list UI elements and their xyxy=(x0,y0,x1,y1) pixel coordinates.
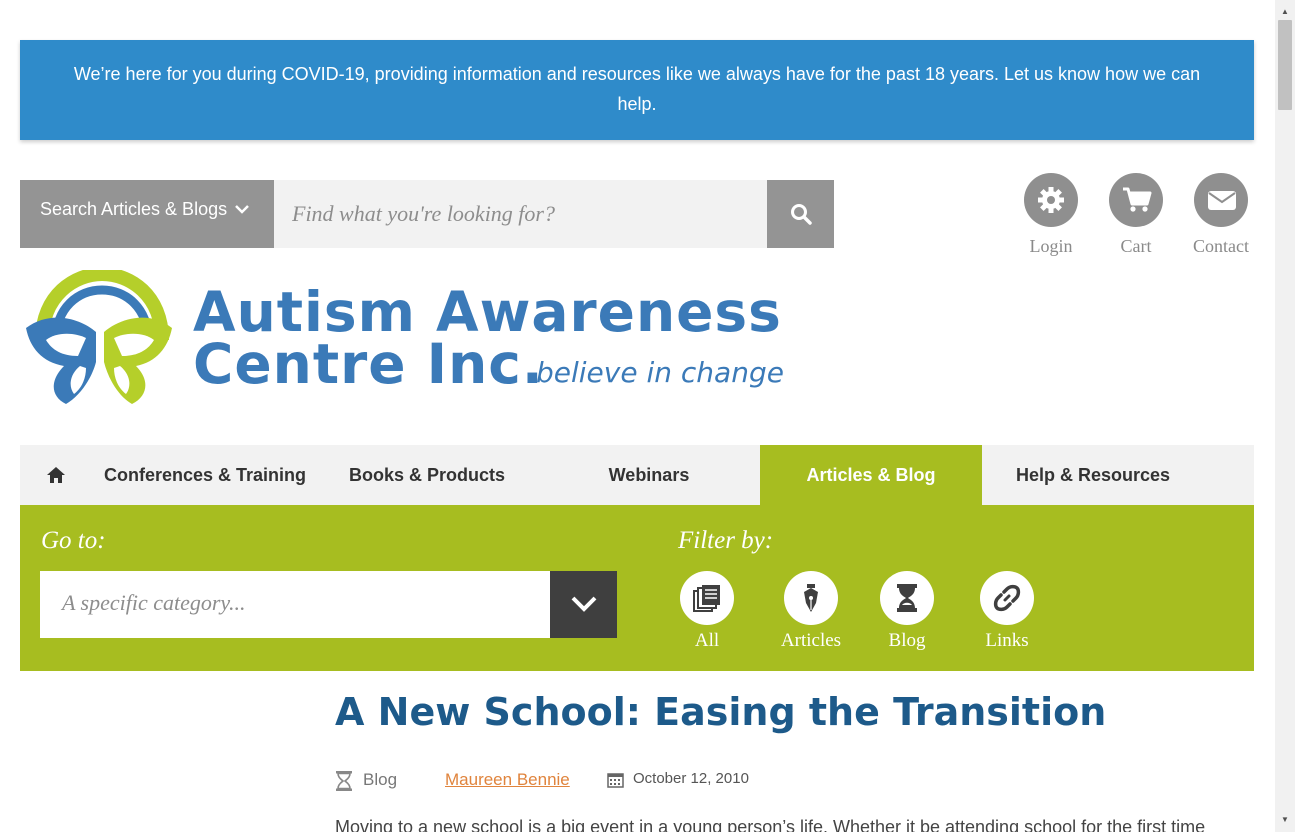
covid-banner-text: We’re here for you during COVID-19, prov… xyxy=(73,64,1201,114)
article-body-text: Moving to a new school is a big event in… xyxy=(335,817,1206,832)
article-title: A New School: Easing the Transition xyxy=(335,690,1107,734)
scroll-thumb[interactable] xyxy=(1278,20,1292,110)
contact-link[interactable]: Contact xyxy=(1181,173,1261,257)
covid-banner: We’re here for you during COVID-19, prov… xyxy=(20,40,1254,140)
search-input[interactable] xyxy=(274,180,767,248)
link-icon xyxy=(980,571,1034,625)
search-icon xyxy=(791,204,812,225)
mail-icon xyxy=(1194,173,1248,227)
home-icon[interactable] xyxy=(46,466,66,489)
filter-articles-label: Articles xyxy=(780,630,842,651)
article-type-label: Blog xyxy=(363,770,398,789)
hourglass-icon xyxy=(880,571,934,625)
search-type-label: Search Articles & Blogs xyxy=(40,199,228,219)
contact-label: Contact xyxy=(1193,236,1249,256)
filter-panel: Go to: A specific category... Filter by:… xyxy=(20,505,1254,671)
hourglass-icon xyxy=(336,771,352,791)
logo-line-2: Centre Inc. xyxy=(193,332,544,396)
cart-label: Cart xyxy=(1120,236,1152,256)
logo-tagline: believe in change xyxy=(536,356,784,389)
gear-icon xyxy=(1024,173,1078,227)
page-scrollbar[interactable]: ▲ ▼ xyxy=(1275,0,1295,832)
filter-blog[interactable]: Blog xyxy=(857,571,957,652)
chevron-down-icon xyxy=(235,201,249,217)
search-button[interactable] xyxy=(767,180,834,248)
calendar-icon xyxy=(607,773,624,788)
filter-all-label: All xyxy=(694,630,720,651)
nav-item-help[interactable]: Help & Resources xyxy=(982,445,1204,505)
documents-icon xyxy=(680,571,734,625)
category-select[interactable]: A specific category... xyxy=(40,571,550,638)
cart-icon xyxy=(1109,173,1163,227)
nav-item-conferences[interactable]: Conferences & Training xyxy=(88,445,322,505)
main-nav: Conferences & Training Books & Products … xyxy=(20,445,1254,505)
butterfly-logo-icon xyxy=(26,270,172,404)
chevron-down-icon xyxy=(571,596,597,612)
filter-label: Filter by: xyxy=(678,527,774,554)
filter-all[interactable]: All xyxy=(657,571,757,652)
login-link[interactable]: Login xyxy=(1011,173,1091,257)
site-logo[interactable]: Autism Awareness Centre Inc. believe in … xyxy=(20,270,784,410)
login-label: Login xyxy=(1029,236,1073,256)
filter-links-label: Links xyxy=(985,630,1029,651)
scroll-down-icon[interactable]: ▼ xyxy=(1275,812,1295,828)
cart-link[interactable]: Cart xyxy=(1096,173,1176,257)
scroll-up-icon[interactable]: ▲ xyxy=(1275,4,1295,20)
article-date: October 12, 2010 xyxy=(607,770,749,788)
article-date-label: October 12, 2010 xyxy=(633,770,749,787)
filter-blog-label: Blog xyxy=(888,630,926,651)
filter-links[interactable]: Links xyxy=(957,571,1057,652)
goto-label: Go to: xyxy=(41,527,106,554)
nav-item-books[interactable]: Books & Products xyxy=(322,445,532,505)
category-dropdown-button[interactable] xyxy=(550,571,617,638)
article-type[interactable]: Blog xyxy=(335,770,398,791)
pen-nib-icon xyxy=(784,571,838,625)
nav-item-articles[interactable]: Articles & Blog xyxy=(760,445,982,505)
filter-articles[interactable]: Articles xyxy=(761,571,861,652)
search-type-dropdown[interactable]: Search Articles & Blogs xyxy=(20,180,274,248)
article-author-link[interactable]: Maureen Bennie xyxy=(445,770,570,790)
nav-item-webinars[interactable]: Webinars xyxy=(538,445,760,505)
